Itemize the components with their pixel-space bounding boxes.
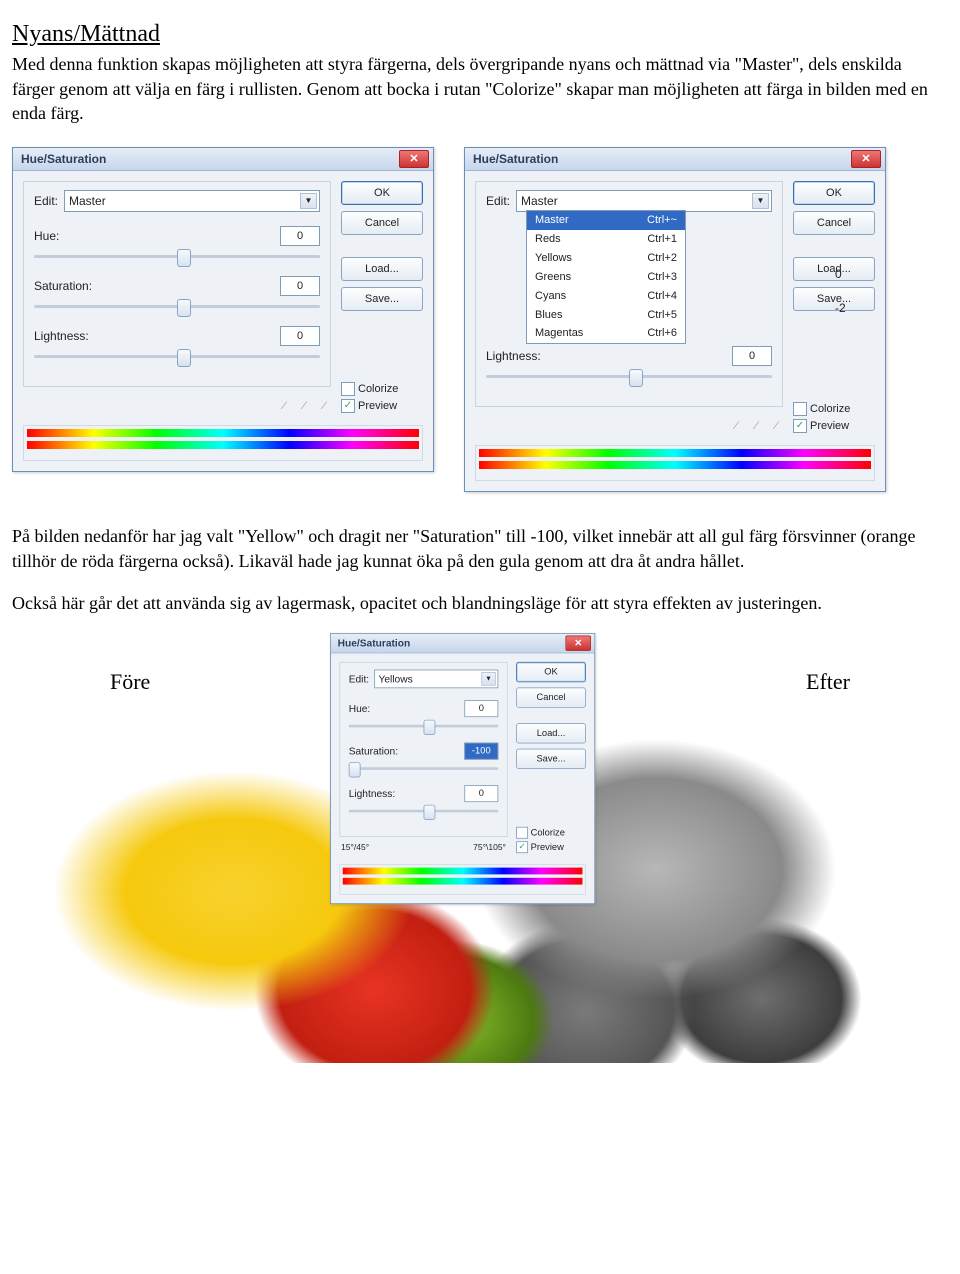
sat-value[interactable]: 0 xyxy=(280,276,320,296)
intro-paragraph: Med denna funktion skapas möjligheten at… xyxy=(12,52,948,125)
hue-slider[interactable] xyxy=(34,250,320,264)
hue-label: Hue: xyxy=(34,228,104,244)
page-title: Nyans/Mättnad xyxy=(12,18,948,50)
dropdown-item[interactable]: GreensCtrl+3 xyxy=(527,268,685,287)
edit-combo[interactable]: Master ▼ xyxy=(516,190,772,212)
hue-label: Hue: xyxy=(349,702,409,716)
light-value[interactable]: 0 xyxy=(732,346,772,366)
dialog-title: Hue/Saturation xyxy=(338,637,411,651)
edit-value: Master xyxy=(69,193,106,209)
before-label: Före xyxy=(110,667,150,697)
close-icon[interactable]: ✕ xyxy=(399,150,429,168)
dialog-title: Hue/Saturation xyxy=(21,151,106,167)
preview-check[interactable]: ✓Preview xyxy=(341,399,423,414)
light-value[interactable]: 0 xyxy=(464,786,498,803)
sat-value[interactable]: -2 xyxy=(835,300,875,316)
eyedropper-row: ⁄ ⁄ ⁄ xyxy=(475,417,783,433)
hue-slider[interactable] xyxy=(349,721,499,733)
light-slider[interactable] xyxy=(34,350,320,364)
sat-slider[interactable] xyxy=(349,763,499,775)
load-button[interactable]: Load... xyxy=(516,723,586,743)
edit-combo[interactable]: Yellows ▼ xyxy=(374,670,498,689)
titlebar[interactable]: Hue/Saturation ✕ xyxy=(465,148,885,171)
dropdown-item[interactable]: MasterCtrl+~ xyxy=(527,211,685,230)
light-value[interactable]: 0 xyxy=(280,326,320,346)
dropdown-item[interactable]: RedsCtrl+1 xyxy=(527,230,685,249)
dialog-row: Hue/Saturation ✕ Edit: Master ▼ Hue: xyxy=(12,147,948,492)
colorize-check[interactable]: Colorize xyxy=(516,827,586,840)
eyedropper-minus-icon[interactable]: ⁄ xyxy=(323,397,325,413)
chevron-down-icon[interactable]: ▼ xyxy=(300,193,317,209)
light-slider[interactable] xyxy=(349,806,499,818)
last-paragraph: Också här går det att använda sig av lag… xyxy=(12,591,948,615)
save-button[interactable]: Save... xyxy=(516,749,586,769)
edit-dropdown[interactable]: MasterCtrl+~RedsCtrl+1YellowsCtrl+2Green… xyxy=(526,210,686,344)
edit-combo[interactable]: Master ▼ xyxy=(64,190,320,212)
hue-strip xyxy=(475,445,875,481)
dialog-title: Hue/Saturation xyxy=(473,151,558,167)
ok-button[interactable]: OK xyxy=(516,662,586,682)
colorize-check[interactable]: Colorize xyxy=(341,382,423,397)
edit-label: Edit: xyxy=(349,672,369,686)
sat-value[interactable]: -100 xyxy=(464,743,498,760)
colorize-check[interactable]: Colorize xyxy=(793,402,875,417)
preview-check[interactable]: ✓Preview xyxy=(793,419,875,434)
load-button[interactable]: Load... xyxy=(341,257,423,281)
hue-value[interactable]: 0 xyxy=(280,226,320,246)
middle-paragraph: På bilden nedanför har jag valt "Yellow"… xyxy=(12,524,948,573)
hue-strip xyxy=(23,425,423,461)
sat-label: Saturation: xyxy=(349,745,409,759)
close-icon[interactable]: ✕ xyxy=(851,150,881,168)
eyedropper-plus-icon[interactable]: ⁄ xyxy=(303,397,305,413)
chevron-down-icon[interactable]: ▼ xyxy=(752,193,769,209)
eyedropper-minus-icon[interactable]: ⁄ xyxy=(775,417,777,433)
edit-value: Yellows xyxy=(378,672,412,686)
light-slider[interactable] xyxy=(486,370,772,384)
range-text: 15°/45° 75°\105° xyxy=(339,842,507,853)
hue-value[interactable]: 0 xyxy=(835,266,875,282)
eyedropper-icon[interactable]: ⁄ xyxy=(283,397,285,413)
hue-value[interactable]: 0 xyxy=(464,701,498,718)
light-label: Lightness: xyxy=(486,348,556,364)
cancel-button[interactable]: Cancel xyxy=(793,211,875,235)
edit-value: Master xyxy=(521,193,558,209)
titlebar[interactable]: Hue/Saturation ✕ xyxy=(331,634,594,654)
eyedropper-plus-icon[interactable]: ⁄ xyxy=(755,417,757,433)
light-label: Lightness: xyxy=(349,787,409,801)
ok-button[interactable]: OK xyxy=(341,181,423,205)
dropdown-item[interactable]: MagentasCtrl+6 xyxy=(527,324,685,343)
eyedropper-icon[interactable]: ⁄ xyxy=(735,417,737,433)
eyedropper-row: ⁄ ⁄ ⁄ xyxy=(23,397,331,413)
sat-label: Saturation: xyxy=(34,278,104,294)
edit-label: Edit: xyxy=(34,193,58,209)
dropdown-item[interactable]: CyansCtrl+4 xyxy=(527,287,685,306)
titlebar[interactable]: Hue/Saturation ✕ xyxy=(13,148,433,171)
edit-label: Edit: xyxy=(486,193,510,209)
ok-button[interactable]: OK xyxy=(793,181,875,205)
light-label: Lightness: xyxy=(34,328,104,344)
after-label: Efter xyxy=(806,667,850,697)
before-after-image: Före Efter Hue/Saturation ✕ Edit: Yellow… xyxy=(40,633,920,1063)
sat-slider[interactable] xyxy=(34,300,320,314)
cancel-button[interactable]: Cancel xyxy=(341,211,423,235)
hue-sat-dialog-right: Hue/Saturation ✕ Edit: Master ▼ MasterCt… xyxy=(464,147,886,492)
close-icon[interactable]: ✕ xyxy=(565,636,591,651)
chevron-down-icon[interactable]: ▼ xyxy=(481,672,495,686)
save-button[interactable]: Save... xyxy=(341,287,423,311)
dropdown-item[interactable]: YellowsCtrl+2 xyxy=(527,249,685,268)
cancel-button[interactable]: Cancel xyxy=(516,688,586,708)
preview-check[interactable]: ✓Preview xyxy=(516,841,586,854)
hue-strip xyxy=(339,864,585,895)
dropdown-item[interactable]: BluesCtrl+5 xyxy=(527,306,685,325)
hue-sat-dialog-small: Hue/Saturation ✕ Edit: Yellows ▼ Hue: xyxy=(330,633,595,904)
hue-sat-dialog-left: Hue/Saturation ✕ Edit: Master ▼ Hue: xyxy=(12,147,434,472)
